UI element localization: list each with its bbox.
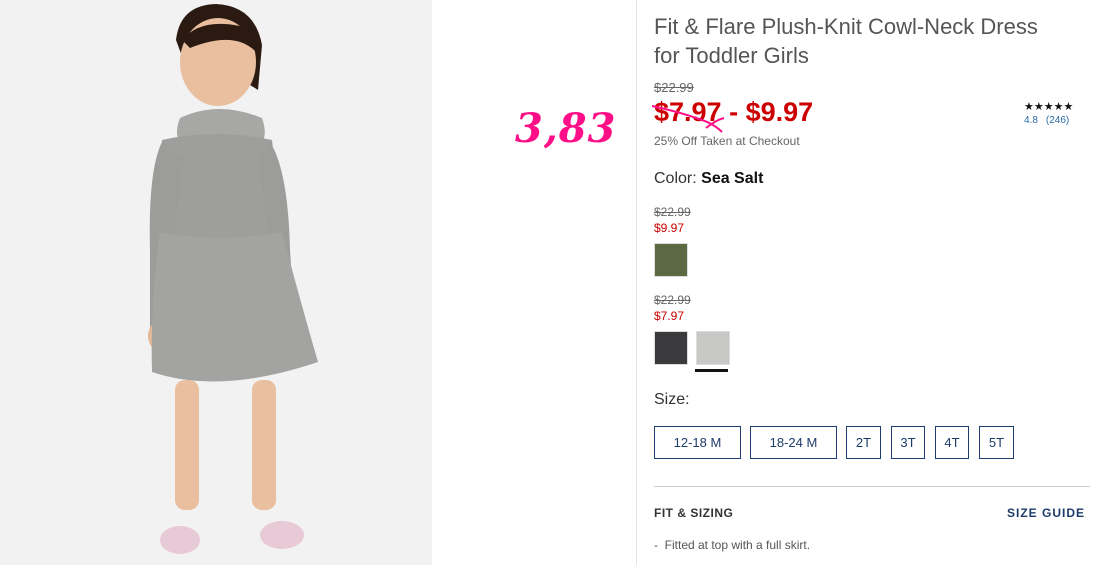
toddler-dress-photo <box>0 0 432 565</box>
section-divider <box>654 486 1090 487</box>
swatch-group-1-sale-price: $9.97 <box>654 221 685 235</box>
rating-numbers: 4.8 (246) <box>1024 115 1073 126</box>
fit-sizing-heading: FIT & SIZING <box>654 506 734 520</box>
swatch-charcoal[interactable] <box>654 331 688 365</box>
strike-scribble <box>651 105 725 133</box>
product-title: Fit & Flare Plush-Knit Cowl-Neck Dress f… <box>654 12 1084 70</box>
panel-divider <box>636 0 637 565</box>
size-option-18-24m[interactable]: 18-24 M <box>750 426 837 459</box>
size-option-4t[interactable]: 4T <box>935 426 969 459</box>
fit-bullet-text: - Fitted at top with a full skirt. <box>654 538 811 552</box>
product-photo <box>0 0 432 565</box>
selected-swatch-indicator <box>695 369 728 372</box>
product-title-line2: for Toddler Girls <box>654 43 809 68</box>
color-label: Color: Sea Salt <box>654 170 763 188</box>
product-title-line1: Fit & Flare Plush-Knit Cowl-Neck Dress <box>654 14 1038 39</box>
original-price: $22.99 <box>654 80 694 95</box>
selected-color-name: Sea Salt <box>701 170 764 187</box>
size-option-3t[interactable]: 3T <box>891 426 925 459</box>
promo-text: 25% Off Taken at Checkout <box>654 134 800 148</box>
rating-stars-icon: ★★★★★ <box>1024 101 1074 113</box>
sale-price-high: $9.97 <box>745 97 814 127</box>
swatch-group-2-original-price: $22.99 <box>654 293 691 307</box>
size-option-5t[interactable]: 5T <box>979 426 1014 459</box>
rating-count[interactable]: (246) <box>1046 115 1069 126</box>
product-rating[interactable]: ★★★★★ 4.8 (246) <box>1024 100 1073 126</box>
product-details-panel: Fit & Flare Plush-Knit Cowl-Neck Dress f… <box>651 0 1094 565</box>
swatch-group-2-sale-price: $7.97 <box>654 309 685 323</box>
size-option-12-18m[interactable]: 12-18 M <box>654 426 741 459</box>
swatch-olive[interactable] <box>654 243 688 277</box>
swatch-group-1-original-price: $22.99 <box>654 205 691 219</box>
size-option-2t[interactable]: 2T <box>846 426 881 459</box>
rating-value: 4.8 <box>1024 115 1038 126</box>
size-guide-link[interactable]: SIZE GUIDE <box>1007 506 1085 520</box>
size-label: Size: <box>654 391 690 408</box>
handwritten-price-note: 3,83 <box>515 105 617 152</box>
color-label-text: Color: <box>654 170 697 187</box>
swatch-sea-salt[interactable] <box>696 331 730 365</box>
